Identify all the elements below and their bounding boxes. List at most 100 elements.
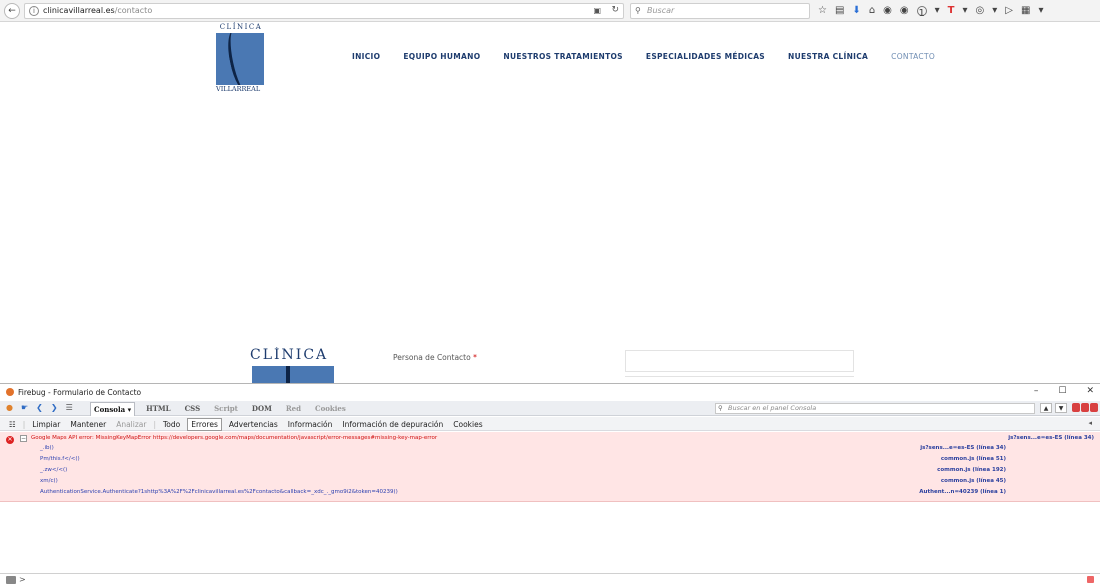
stack-function[interactable]: AuthenticationService.Authenticate?1shtt… [40,489,398,495]
filter-depuracion[interactable]: Información de depuración [339,419,446,430]
overflow-icon[interactable]: ▾ [1038,4,1043,18]
nav-item-equipo[interactable]: EQUIPO HUMANO [403,52,480,61]
dropdown-icon[interactable]: ▾ [963,4,968,18]
expand-toggle-icon[interactable]: − [20,435,27,442]
maximize-icon[interactable]: ☐ [1058,386,1066,396]
text-extension-icon[interactable]: T [948,4,955,18]
search-input[interactable]: ⚲ Buscar [630,3,810,19]
stack-source-link[interactable]: common.js (línea 51) [941,456,1006,462]
tab-css[interactable]: CSS [182,402,204,416]
stack-source-link[interactable]: Authent...n=40239 (línea 1) [919,489,1006,495]
firebug-toolbar: ● ☛ ❮ ❯ ☰ Consola ▾ HTML CSS Script DOM … [0,401,1100,416]
tab-red[interactable]: Red [283,402,304,416]
url-bar[interactable]: i clinicavillarreal.es/contacto ▣ ↻ [24,3,624,19]
dropdown-icon[interactable]: ▾ [992,4,997,18]
clipboard-icon[interactable]: ▤ [835,4,844,18]
firebug-close-icon[interactable] [1090,403,1098,412]
nav-item-contacto[interactable]: CONTACTO [891,52,935,61]
inspect-icon[interactable]: ☛ [21,403,28,412]
tab-html[interactable]: HTML [143,402,174,416]
stack-function[interactable]: Pm/this.f</<() [40,456,80,462]
stack-function[interactable]: xm/c() [40,478,58,484]
menu-icon[interactable]: ▦ [1021,4,1030,18]
tab-consola[interactable]: Consola ▾ [90,402,136,416]
url-text[interactable]: clinicavillarreal.es/contacto [43,6,152,15]
contact-person-label: Persona de Contacto * [393,353,477,362]
search-icon: ⚲ [635,6,641,15]
console-options-icon[interactable]: ☷ [6,419,19,430]
main-nav: INICIO EQUIPO HUMANO NUESTROS TRATAMIENT… [352,52,935,61]
back-arrow-icon[interactable]: ← [4,3,20,19]
addon-icon[interactable]: ▷ [1005,4,1013,18]
reload-icon[interactable]: ↻ [611,5,619,15]
stack-trace-row: AuthenticationService.Authenticate?1shtt… [0,489,1100,498]
nav-item-clinica[interactable]: NUESTRA CLÍNICA [788,52,868,61]
error-message[interactable]: Google Maps API error: MissingKeyMapErro… [31,435,437,441]
command-line[interactable]: > [0,573,1100,586]
reader-view-icon[interactable]: ▣ [593,6,601,15]
stack-trace-row: _.zw</<() common.js (línea 192) [0,467,1100,476]
firebug-detach-icon[interactable] [1081,403,1089,412]
filter-mantener[interactable]: Mantener [67,419,109,430]
secondary-logo: CLÍNICA [250,347,336,384]
stack-function[interactable]: _.zw</<() [40,467,67,473]
nav-item-inicio[interactable]: INICIO [352,52,380,61]
chat-icon[interactable]: ◉ [883,4,892,18]
search-icon: ⚲ [718,404,723,412]
download-icon[interactable]: ⬇ [852,4,860,18]
filter-analizar[interactable]: Analizar [113,419,149,430]
secondary-logo-graphic [252,366,334,384]
command-prompt: > [19,575,26,584]
command-editor-icon[interactable]: ☰ [66,403,73,412]
home-icon[interactable]: ⌂ [869,4,875,18]
search-down-icon[interactable]: ▼ [1055,403,1067,413]
logo-graphic [216,33,264,85]
extension-icon[interactable]: ▾ [935,4,940,18]
console-search-placeholder: Buscar en el panel Consola [728,404,817,412]
nav-item-tratamientos[interactable]: NUESTROS TRATAMIENTOS [503,52,622,61]
tab-cookies[interactable]: Cookies [312,402,349,416]
filter-todo[interactable]: Todo [160,419,183,430]
stack-trace-row: _.ib() js?sens...e=es-ES (línea 34) [0,445,1100,454]
error-source-link[interactable]: js?sens...e=es-ES (línea 34) [1008,435,1094,441]
firebug-panel: Firebug - Formulario de Contacto – ☐ ✕ ●… [0,383,1100,586]
search-up-icon[interactable]: ▲ [1040,403,1052,413]
firebug-menu-icon[interactable]: ● [6,403,13,412]
site-logo[interactable]: CLÍNICA VILLARREAL [216,23,266,93]
tab-dom[interactable]: DOM [249,402,275,416]
collapse-icon[interactable]: ◂ [1088,419,1092,427]
filter-cookies[interactable]: Cookies [450,419,485,430]
bookmark-star-icon[interactable]: ☆ [818,4,827,18]
command-clear-icon[interactable] [1087,576,1094,583]
firebug-window-controls[interactable] [1072,403,1098,412]
forward-icon[interactable]: ❯ [51,403,58,412]
filter-advertencias[interactable]: Advertencias [226,419,281,430]
minimize-icon[interactable]: – [1034,386,1039,396]
record-icon[interactable]: ◎ [976,4,985,18]
console-search-input[interactable]: ⚲ Buscar en el panel Consola [715,403,1035,414]
filter-informacion[interactable]: Información [285,419,336,430]
secondary-logo-text: CLÍNICA [250,347,329,363]
stack-trace-row: Pm/this.f</<() common.js (línea 51) [0,456,1100,465]
command-line-icon[interactable] [6,576,16,584]
toolbar-icons: ☆ ▤ ⬇ ⌂ ◉ ◉ 1 ▾ T ▾ ◎ ▾ ▷ ▦ ▾ [818,4,1043,19]
stack-trace-row: xm/c() common.js (línea 45) [0,478,1100,487]
filter-limpiar[interactable]: Limpiar [29,419,63,430]
notification-badge[interactable]: 1 [916,6,927,19]
firebug-minimize-icon[interactable] [1072,403,1080,412]
contact-person-input[interactable] [625,350,854,372]
logo-top-text: CLÍNICA [219,23,263,31]
tab-script[interactable]: Script [211,402,241,416]
close-icon[interactable]: ✕ [1086,386,1094,396]
filter-errores[interactable]: Errores [187,418,222,431]
back-icon[interactable]: ❮ [36,403,43,412]
shield-icon[interactable]: ◉ [900,4,909,18]
error-icon: ✕ [6,436,14,444]
stack-source-link[interactable]: js?sens...e=es-ES (línea 34) [920,445,1006,451]
nav-item-especialidades[interactable]: ESPECIALIDADES MÉDICAS [646,52,765,61]
stack-function[interactable]: _.ib() [40,445,54,451]
stack-source-link[interactable]: common.js (línea 45) [941,478,1006,484]
website: CLÍNICA VILLARREAL INICIO EQUIPO HUMANO … [0,23,1100,384]
info-icon[interactable]: i [29,6,39,16]
stack-source-link[interactable]: common.js (línea 192) [937,467,1006,473]
